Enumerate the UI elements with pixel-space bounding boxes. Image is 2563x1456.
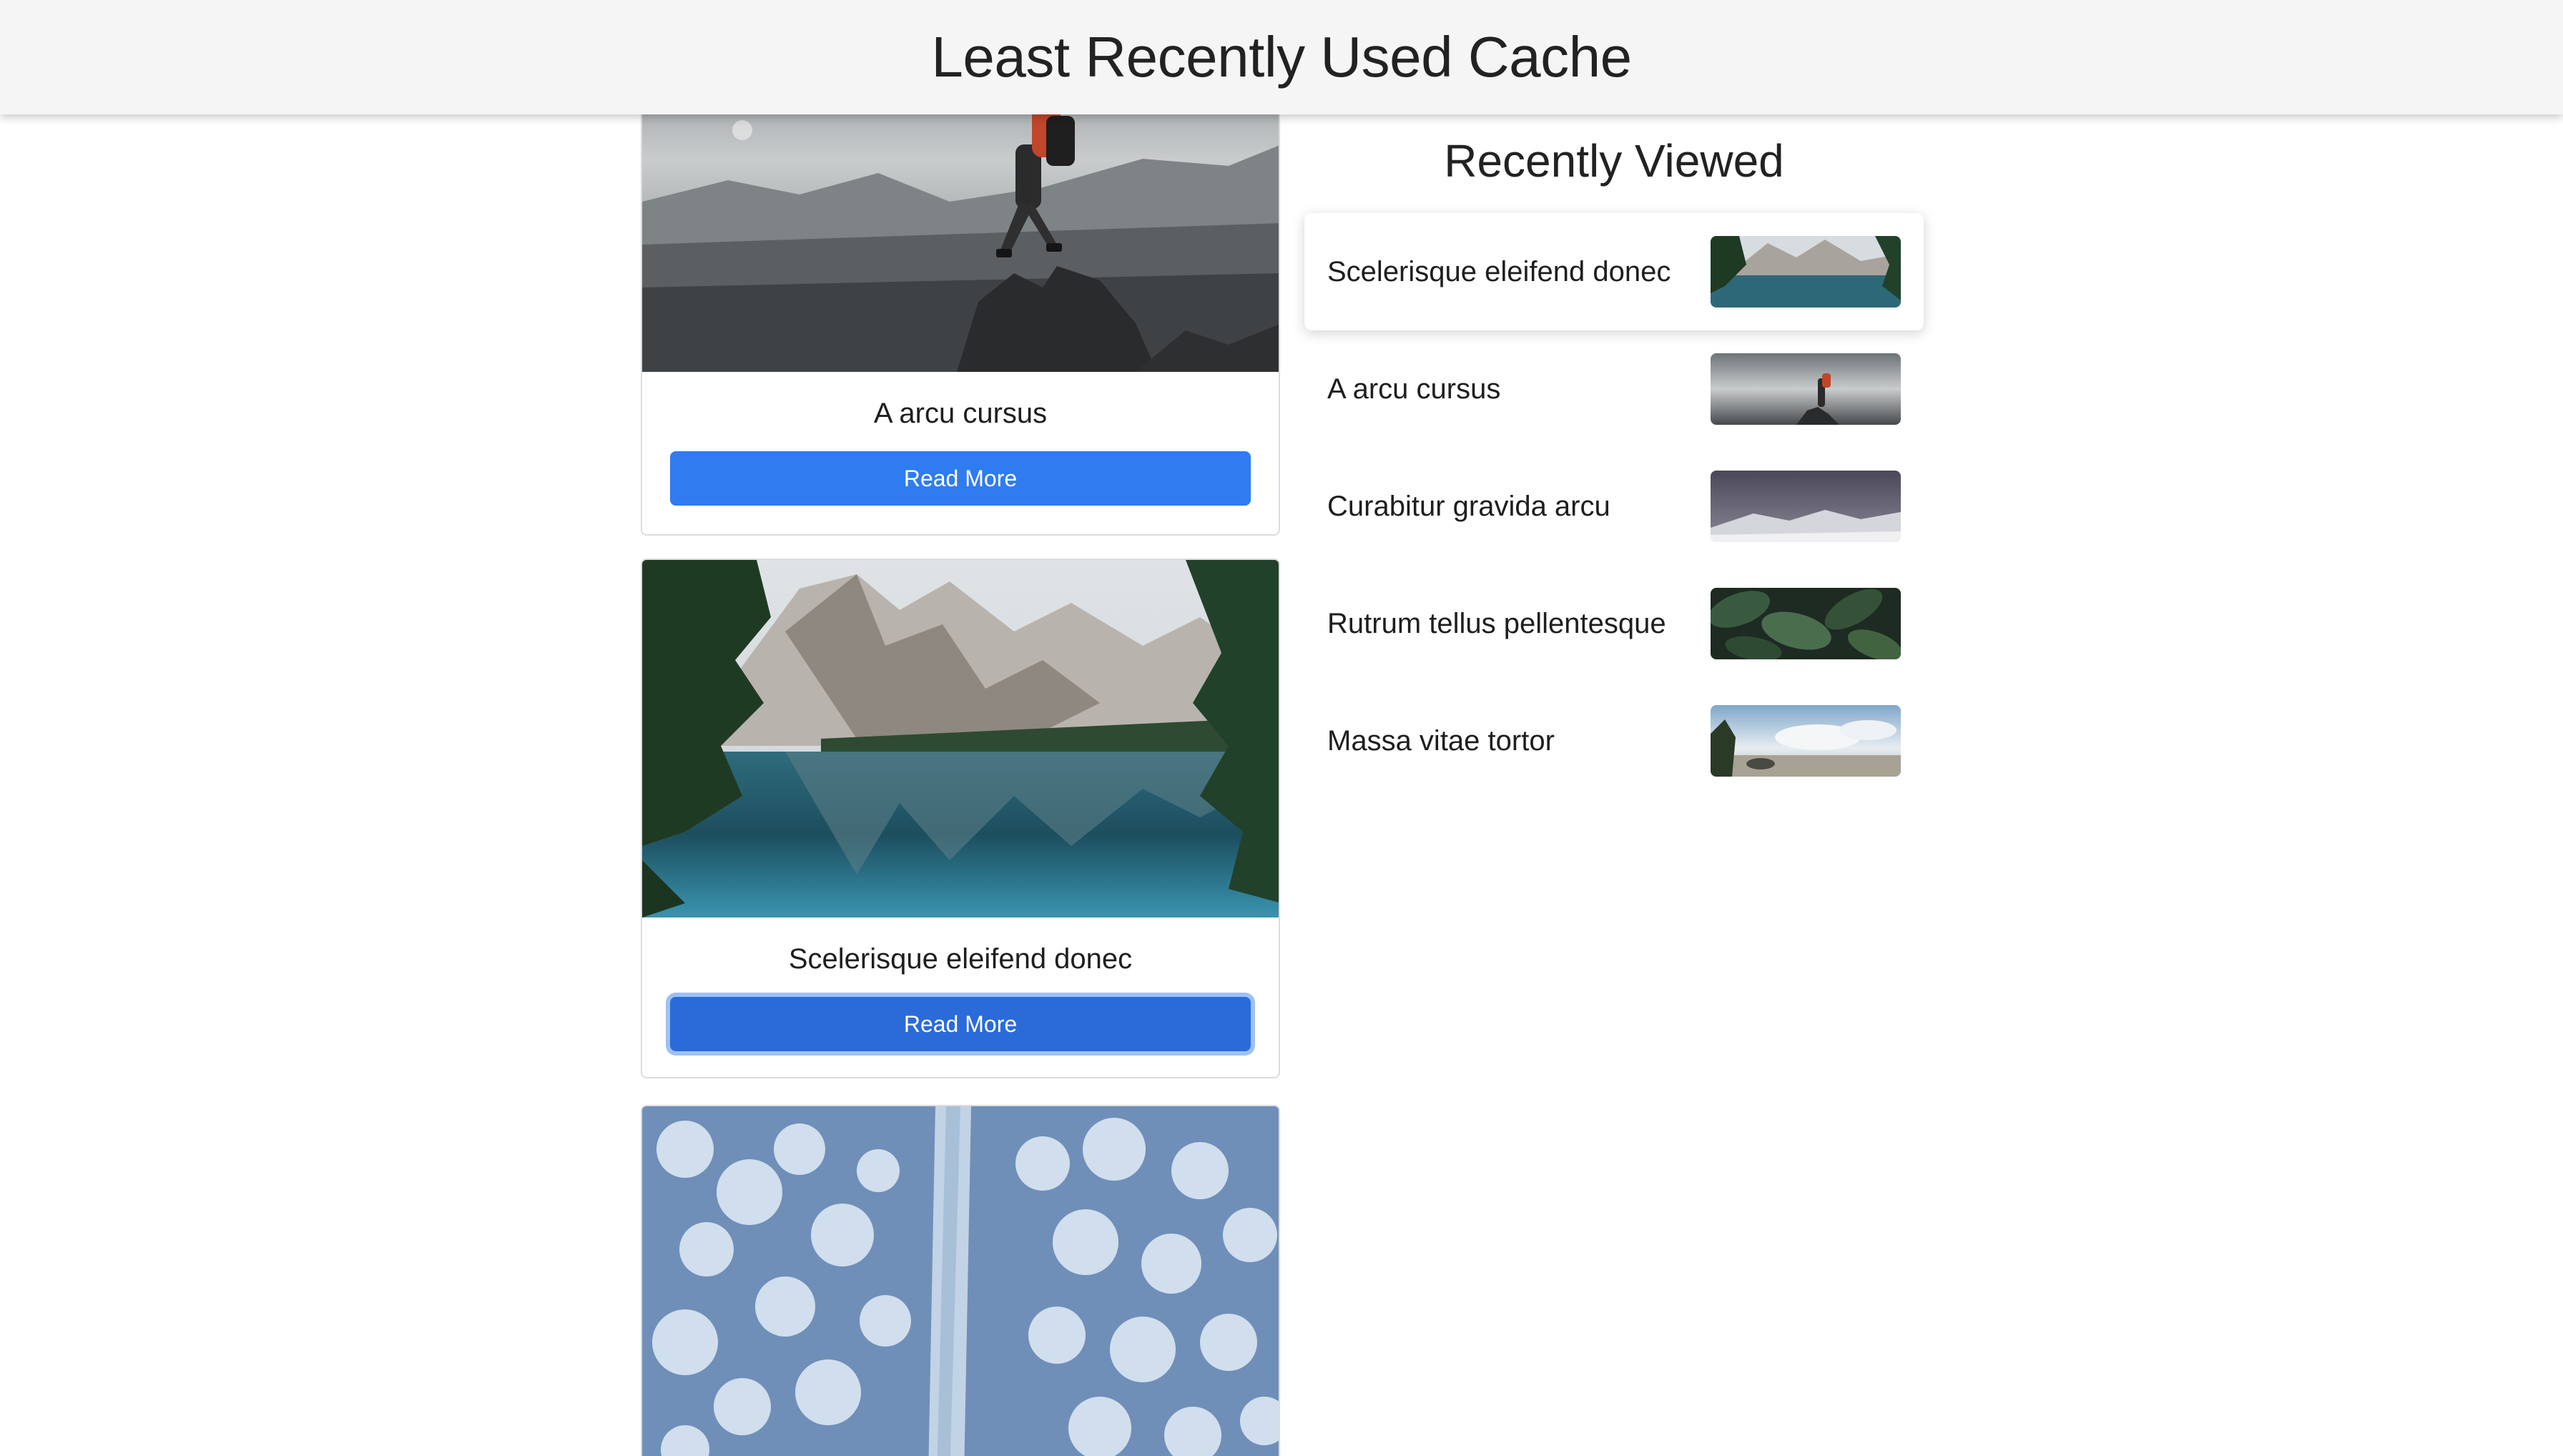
recently-viewed-item[interactable]: A arcu cursus: [1304, 330, 1924, 448]
read-more-button[interactable]: Read More: [670, 451, 1251, 506]
article-card: [641, 1105, 1280, 1456]
thumbnail-tropical-beach: [1711, 705, 1901, 777]
thumbnail-hiker: [1711, 353, 1901, 425]
recently-viewed-item[interactable]: Rutrum tellus pellentesque: [1304, 565, 1924, 682]
thumbnail-snowy-mountain-night: [1711, 471, 1901, 542]
cards-column: A arcu cursus Read More Scelerisque elei…: [641, 0, 1282, 1456]
page-title: Least Recently Used Cache: [931, 25, 1632, 89]
card-title: Scelerisque eleifend donec: [788, 943, 1133, 975]
recently-viewed-title: Recently Viewed: [1444, 135, 1784, 187]
card-title: A arcu cursus: [873, 398, 1048, 429]
card-image-snowy-forest: [642, 1106, 1279, 1456]
recently-viewed-item[interactable]: Massa vitae tortor: [1304, 682, 1924, 800]
card-image-mountain-lake: [642, 560, 1279, 918]
thumbnail-green-leaves: [1711, 588, 1901, 659]
app-header: Least Recently Used Cache: [0, 0, 2563, 114]
recently-viewed-item[interactable]: Scelerisque eleifend donec: [1304, 213, 1924, 330]
thumbnail-mountain-lake: [1711, 236, 1901, 308]
recently-viewed-list: Scelerisque eleifend donec A arcu cursus: [1304, 213, 1924, 800]
article-card: Scelerisque eleifend donec Read More: [641, 559, 1280, 1078]
read-more-button[interactable]: Read More: [670, 997, 1251, 1051]
recently-viewed-item[interactable]: Curabitur gravida arcu: [1304, 448, 1924, 565]
